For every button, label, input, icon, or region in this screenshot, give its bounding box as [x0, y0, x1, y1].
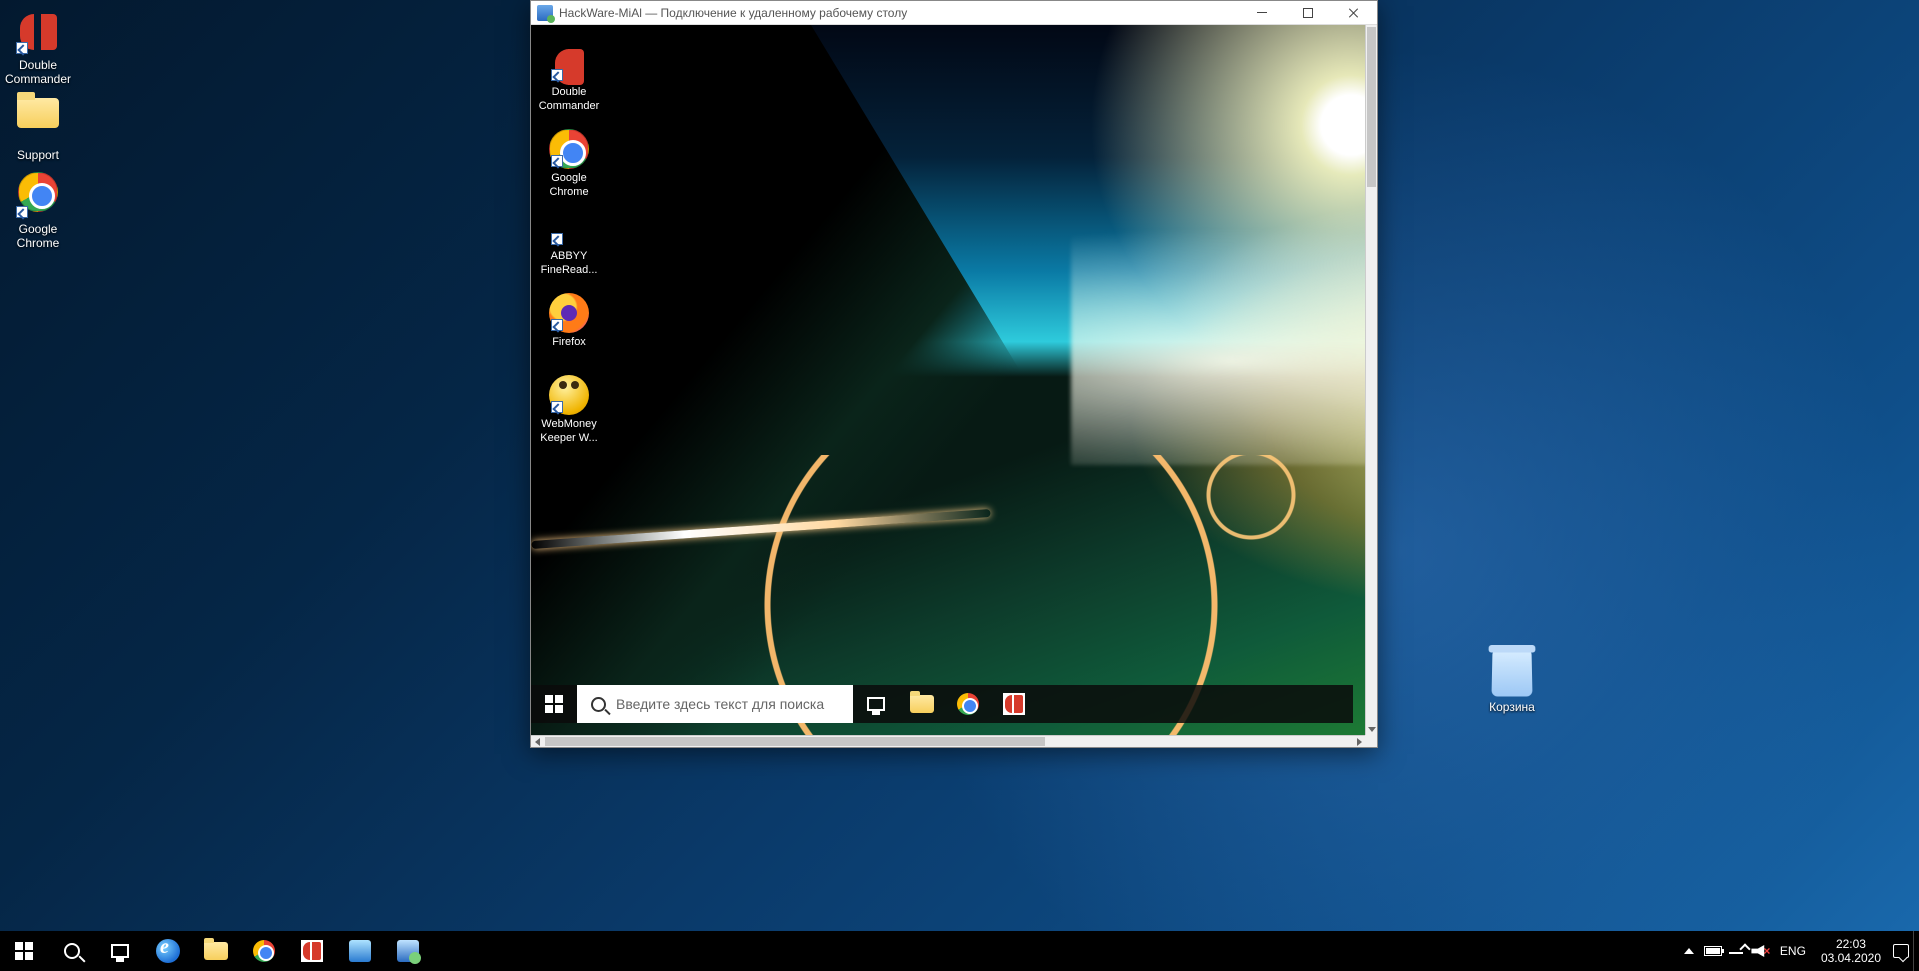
action-center-button[interactable] — [1889, 931, 1913, 971]
close-icon — [1348, 7, 1360, 19]
host-desktop[interactable]: DoubleCommanderSupportGoogleChrome Корзи… — [0, 0, 1919, 971]
recycle-bin-label: Корзина — [1474, 700, 1550, 714]
remote-start-button[interactable] — [531, 685, 577, 723]
task-view-icon — [867, 697, 885, 711]
tray-overflow-button[interactable] — [1677, 931, 1701, 971]
battery-status[interactable] — [1701, 931, 1725, 971]
rdp-client-area: DoubleCommander GoogleChrome ABBYYFineRead… — [531, 25, 1377, 747]
shortcut-badge-icon — [16, 42, 28, 54]
edge-icon — [156, 939, 180, 963]
desktop-icon-google-chrome[interactable]: GoogleChrome — [0, 168, 76, 238]
rdp-horizontal-scrollbar[interactable] — [531, 735, 1365, 747]
show-desktop-button[interactable] — [1913, 931, 1919, 971]
desktop-icon-firefox[interactable]: Firefox — [533, 289, 605, 367]
remote-search-box[interactable]: Введите здесь текст для поиска — [577, 685, 853, 723]
desktop-icon-webmoney[interactable]: WebMoneyKeeper W... — [533, 371, 605, 449]
scroll-down-button[interactable] — [1366, 723, 1377, 735]
remote-taskbar-chrome-button[interactable] — [945, 685, 991, 723]
language-indicator[interactable]: ENG — [1773, 931, 1813, 971]
rdp-titlebar[interactable]: HackWare-MiAl — Подключение к удаленному… — [531, 1, 1377, 25]
scroll-left-button[interactable] — [531, 736, 543, 747]
shortcut-badge-icon — [551, 233, 563, 245]
recycle-bin-icon — [1491, 651, 1532, 697]
recycle-bin[interactable]: Корзина — [1474, 650, 1550, 720]
rdp-icon — [397, 940, 419, 962]
file-explorer-icon — [204, 942, 228, 960]
windows-logo-icon — [545, 695, 563, 713]
taskbar-task-view-button[interactable] — [96, 931, 144, 971]
desktop-icon-google-chrome[interactable]: GoogleChrome — [533, 125, 605, 203]
minimize-icon — [1257, 12, 1267, 13]
clock-time: 22:03 — [1821, 937, 1881, 951]
shortcut-badge-icon — [551, 69, 563, 81]
network-icon — [1729, 945, 1745, 957]
rdp-app-icon — [537, 5, 553, 21]
desktop-icon-label: GoogleChrome — [0, 222, 76, 250]
muted-icon: × — [1763, 944, 1770, 958]
chrome-icon — [253, 940, 275, 962]
shortcut-badge-icon — [551, 319, 563, 331]
vertical-scroll-thumb[interactable] — [1367, 27, 1376, 187]
windows-logo-icon — [15, 942, 33, 960]
remote-taskbar-file-explorer-button[interactable] — [899, 685, 945, 723]
shortcut-badge-icon — [16, 206, 28, 218]
desktop-icon-double-commander[interactable]: DoubleCommander — [533, 43, 605, 121]
action-center-icon — [1893, 944, 1909, 958]
battery-icon — [1704, 946, 1722, 956]
desktop-icon-abbyy-finereader[interactable]: ABBYYFineRead... — [533, 207, 605, 285]
scroll-right-button[interactable] — [1353, 736, 1365, 747]
remote-taskbar-task-view-button[interactable] — [853, 685, 899, 723]
taskbar-search-button[interactable] — [48, 931, 96, 971]
desktop-icon-label: WebMoneyKeeper W... — [533, 417, 605, 445]
taskbar-edge-button[interactable] — [144, 931, 192, 971]
taskbar-start-button[interactable] — [0, 931, 48, 971]
close-button[interactable] — [1331, 1, 1377, 25]
rdp-window-title: HackWare-MiAl — Подключение к удаленному… — [559, 6, 907, 20]
task-view-icon — [111, 944, 129, 958]
rdp-vertical-scrollbar[interactable] — [1365, 25, 1377, 735]
remote-search-placeholder: Введите здесь текст для поиска — [616, 696, 824, 712]
clock-date: 03.04.2020 — [1821, 951, 1881, 965]
clock[interactable]: 22:03 03.04.2020 — [1813, 937, 1889, 965]
volume-status[interactable]: × — [1749, 931, 1773, 971]
desktop-icon-label: DoubleCommander — [533, 85, 605, 113]
chrome-icon — [957, 693, 979, 715]
taskbar-chrome-button[interactable] — [240, 931, 288, 971]
desktop-icon-label: ABBYYFineRead... — [533, 249, 605, 277]
support-icon — [17, 98, 59, 128]
shortcut-badge-icon — [551, 401, 563, 413]
chevron-up-icon — [1684, 948, 1694, 954]
taskbar-rdp-button[interactable] — [384, 931, 432, 971]
maximize-icon — [1303, 8, 1313, 18]
rdp-window[interactable]: HackWare-MiAl — Подключение к удаленному… — [530, 0, 1378, 748]
minimize-button[interactable] — [1239, 1, 1285, 25]
system-tray[interactable]: × ENG 22:03 03.04.2020 — [1677, 931, 1919, 971]
taskbar-double-commander-button[interactable] — [288, 931, 336, 971]
desktop-icon-double-commander[interactable]: DoubleCommander — [0, 8, 76, 78]
desktop-icon-label: GoogleChrome — [533, 171, 605, 199]
desktop-icon-label: Firefox — [533, 335, 605, 349]
remote-taskbar-double-commander-button[interactable] — [991, 685, 1037, 723]
horizontal-scroll-thumb[interactable] — [545, 737, 1045, 746]
file-explorer-icon — [910, 695, 934, 713]
search-icon — [64, 943, 80, 959]
remote-desktop[interactable]: DoubleCommander GoogleChrome ABBYYFineRead… — [531, 25, 1365, 735]
remote-wallpaper — [531, 25, 1365, 735]
network-status[interactable] — [1725, 931, 1749, 971]
double-commander-icon — [301, 940, 323, 962]
double-commander-icon — [1003, 693, 1025, 715]
desktop-icon-label: Support — [0, 148, 76, 162]
taskbar-app1-button[interactable] — [336, 931, 384, 971]
desktop-icon-label: DoubleCommander — [0, 58, 76, 86]
remote-taskbar[interactable]: Введите здесь текст для поиска — [531, 685, 1353, 723]
maximize-button[interactable] — [1285, 1, 1331, 25]
app-icon — [349, 940, 371, 962]
shortcut-badge-icon — [551, 155, 563, 167]
desktop-icon-support[interactable]: Support — [0, 88, 76, 158]
host-taskbar[interactable]: × ENG 22:03 03.04.2020 — [0, 931, 1919, 971]
taskbar-file-explorer-button[interactable] — [192, 931, 240, 971]
search-icon — [591, 697, 606, 712]
